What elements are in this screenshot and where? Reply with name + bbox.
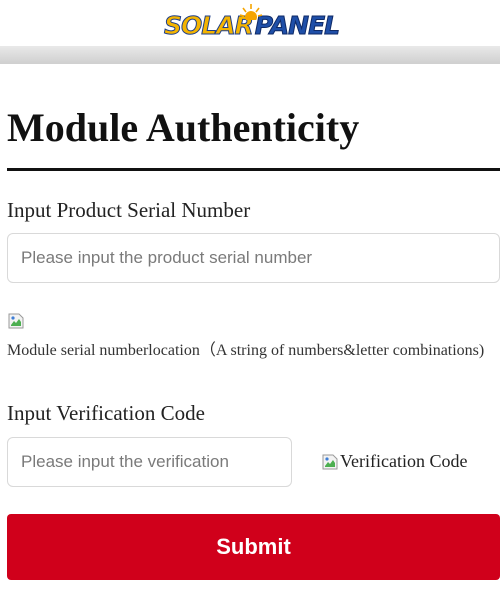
sun-icon bbox=[240, 4, 262, 20]
title-underline bbox=[7, 168, 500, 171]
serial-location-hint: Module serial numberlocation（A string of… bbox=[7, 342, 485, 359]
header: SOLAR PANEL bbox=[0, 0, 500, 46]
serial-number-label: Input Product Serial Number bbox=[7, 198, 251, 222]
verification-code-label: Input Verification Code bbox=[7, 401, 205, 425]
broken-image-icon bbox=[322, 454, 338, 469]
serial-number-input[interactable] bbox=[7, 233, 500, 283]
broken-image-icon bbox=[8, 313, 24, 329]
submit-button[interactable]: Submit bbox=[7, 514, 500, 580]
logo-text-panel: PANEL bbox=[254, 10, 340, 40]
header-divider-band bbox=[0, 46, 500, 64]
page-title: Module Authenticity bbox=[7, 105, 360, 150]
verification-code-alt-text: Verification Code bbox=[340, 451, 468, 471]
solar-panel-logo: SOLAR PANEL bbox=[164, 4, 341, 44]
verification-code-input[interactable] bbox=[7, 437, 292, 487]
verification-code-image[interactable]: Verification Code bbox=[322, 451, 467, 472]
